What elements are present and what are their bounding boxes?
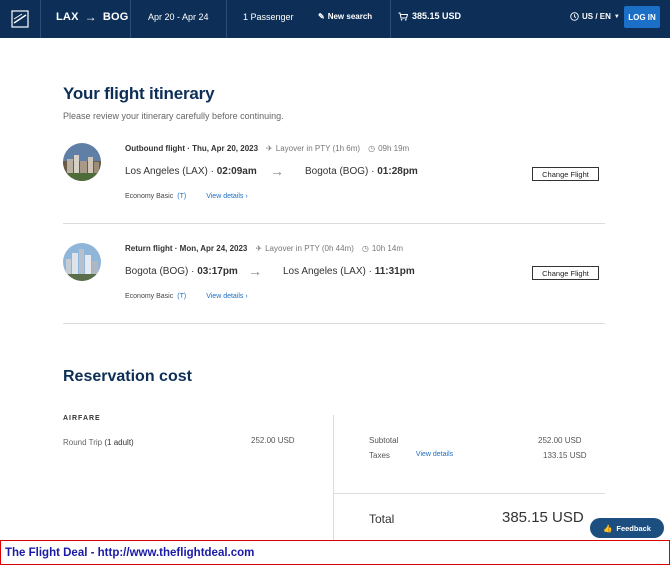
travel-dates[interactable]: Apr 20 - Apr 24: [148, 12, 209, 22]
header-divider: [130, 0, 131, 38]
return-change-flight-button[interactable]: Change Flight: [532, 266, 599, 280]
city-image-icon: [63, 243, 101, 281]
arrow-right-icon: →: [248, 263, 262, 279]
login-button[interactable]: LOG IN: [624, 6, 660, 28]
airfare-section-label: AIRFARE: [63, 415, 101, 422]
pencil-icon: ✎: [318, 12, 325, 21]
total-divider: [333, 493, 605, 494]
route-summary[interactable]: LAX → BOG: [56, 10, 128, 24]
outbound-fare-info: Economy Basic (T) View details ›: [125, 193, 248, 200]
header-divider: [226, 0, 227, 38]
return-layover-text: Layover in PTY (0h 44m): [265, 244, 354, 253]
return-departure: Bogota (BOG) · 03:17pm: [125, 266, 238, 277]
header-divider: [390, 0, 391, 38]
return-view-details-link[interactable]: View details ›: [206, 293, 248, 300]
outbound-duration-text: 09h 19m: [378, 144, 410, 153]
outbound-layover: ✈ Layover in PTY (1h 6m): [266, 144, 360, 153]
header-divider: [40, 0, 41, 38]
passenger-count[interactable]: 1 Passenger: [243, 12, 294, 22]
plane-icon: ✈: [266, 144, 273, 153]
round-trip-label: Round Trip: [63, 438, 103, 447]
return-departure-city: Bogota (BOG) ·: [125, 266, 198, 277]
new-search-button[interactable]: ✎ New search: [318, 12, 372, 21]
outbound-change-flight-button[interactable]: Change Flight: [532, 167, 599, 181]
return-fare-code[interactable]: (T): [177, 293, 186, 300]
taxes-view-details-link[interactable]: View details: [416, 451, 453, 460]
page-title: Your flight itinerary: [63, 84, 215, 103]
outbound-view-details-label: View details: [206, 193, 244, 200]
taxes-value: 133.15 USD: [543, 451, 587, 460]
new-search-label: New search: [327, 12, 373, 21]
feedback-button[interactable]: 👍 Feedback: [590, 518, 664, 538]
outbound-arrival: Bogota (BOG) · 01:28pm: [305, 166, 418, 177]
round-trip-value: 252.00 USD: [251, 436, 295, 445]
chevron-down-icon: ▼: [613, 13, 620, 20]
promo-banner: The Flight Deal - http://www.theflightde…: [0, 540, 670, 565]
top-navigation-bar: LAX → BOG Apr 20 - Apr 24 1 Passenger ✎ …: [0, 0, 670, 38]
city-image-icon: [63, 143, 101, 181]
outbound-arrival-time: 01:28pm: [377, 166, 418, 177]
outbound-flight-header: Outbound flight · Thu, Apr 20, 2023 ✈ La…: [125, 144, 409, 153]
return-fare-info: Economy Basic (T) View details ›: [125, 293, 248, 300]
return-duration-text: 10h 14m: [371, 244, 403, 253]
cart-icon: [398, 12, 408, 21]
origin-photo: [63, 243, 101, 281]
clock-icon: ◷: [361, 244, 369, 253]
return-duration: ◷ 10h 14m: [362, 244, 403, 253]
return-arrival-time: 11:31pm: [374, 266, 415, 277]
outbound-fare-class: Economy Basic: [125, 193, 174, 200]
outbound-fare-code[interactable]: (T): [177, 193, 186, 200]
outbound-layover-text: Layover in PTY (1h 6m): [275, 144, 361, 153]
airline-logo[interactable]: [0, 0, 40, 38]
clock-icon: ◷: [368, 144, 376, 153]
total-label: Total: [369, 512, 395, 526]
subtotal-value: 252.00 USD: [538, 436, 582, 445]
banner-text[interactable]: The Flight Deal - http://www.theflightde…: [5, 547, 254, 559]
outbound-duration: ◷ 09h 19m: [368, 144, 409, 153]
origin-code: LAX: [56, 11, 79, 23]
chevron-right-icon: ›: [245, 293, 248, 300]
return-departure-time: 03:17pm: [197, 266, 238, 277]
reservation-cost-title: Reservation cost: [63, 368, 192, 385]
chevron-right-icon: ›: [245, 193, 248, 200]
logo-icon: [11, 10, 29, 28]
return-arrival-city: Los Angeles (LAX) ·: [283, 266, 375, 277]
return-flight-header: Return flight · Mon, Apr 24, 2023 ✈ Layo…: [125, 244, 403, 253]
outbound-arrival-city: Bogota (BOG) ·: [305, 166, 378, 177]
cart-total: 385.15 USD: [412, 11, 462, 21]
taxes-label: Taxes: [369, 451, 390, 460]
cost-column-divider: [333, 415, 334, 540]
round-trip-row: Round Trip (1 adult): [63, 438, 134, 447]
thumbs-up-icon: 👍: [603, 523, 613, 533]
subtotal-label: Subtotal: [369, 436, 399, 445]
cart-summary[interactable]: 385.15 USD: [398, 11, 461, 21]
outbound-flight-title: Outbound flight · Thu, Apr 20, 2023: [125, 144, 259, 153]
feedback-label: Feedback: [616, 523, 651, 533]
page-subtitle: Please review your itinerary carefully b…: [63, 111, 284, 121]
language-selector[interactable]: US / EN ▼: [570, 12, 620, 21]
round-trip-passengers: (1 adult): [104, 438, 134, 447]
plane-icon: ✈: [255, 244, 263, 253]
return-layover: ✈ Layover in PTY (0h 44m): [255, 244, 353, 253]
outbound-view-details-link[interactable]: View details ›: [206, 193, 248, 200]
section-divider: [63, 323, 605, 324]
arrow-right-icon: →: [270, 163, 284, 179]
return-fare-class: Economy Basic: [125, 293, 174, 300]
language-label: US / EN: [582, 12, 611, 21]
route-arrow-icon: →: [84, 10, 97, 24]
globe-icon: [570, 12, 579, 21]
destination-code: BOG: [102, 11, 129, 23]
outbound-departure-city: Los Angeles (LAX) ·: [125, 166, 217, 177]
outbound-departure-time: 02:09am: [216, 166, 257, 177]
return-view-details-label: View details: [206, 293, 244, 300]
destination-photo: [63, 143, 101, 181]
section-divider: [63, 223, 605, 224]
return-flight-title: Return flight · Mon, Apr 24, 2023: [125, 244, 248, 253]
outbound-departure: Los Angeles (LAX) · 02:09am: [125, 166, 257, 177]
return-arrival: Los Angeles (LAX) · 11:31pm: [283, 266, 415, 277]
total-value: 385.15 USD: [502, 509, 584, 526]
taxes-row: Taxes View details: [369, 451, 453, 460]
